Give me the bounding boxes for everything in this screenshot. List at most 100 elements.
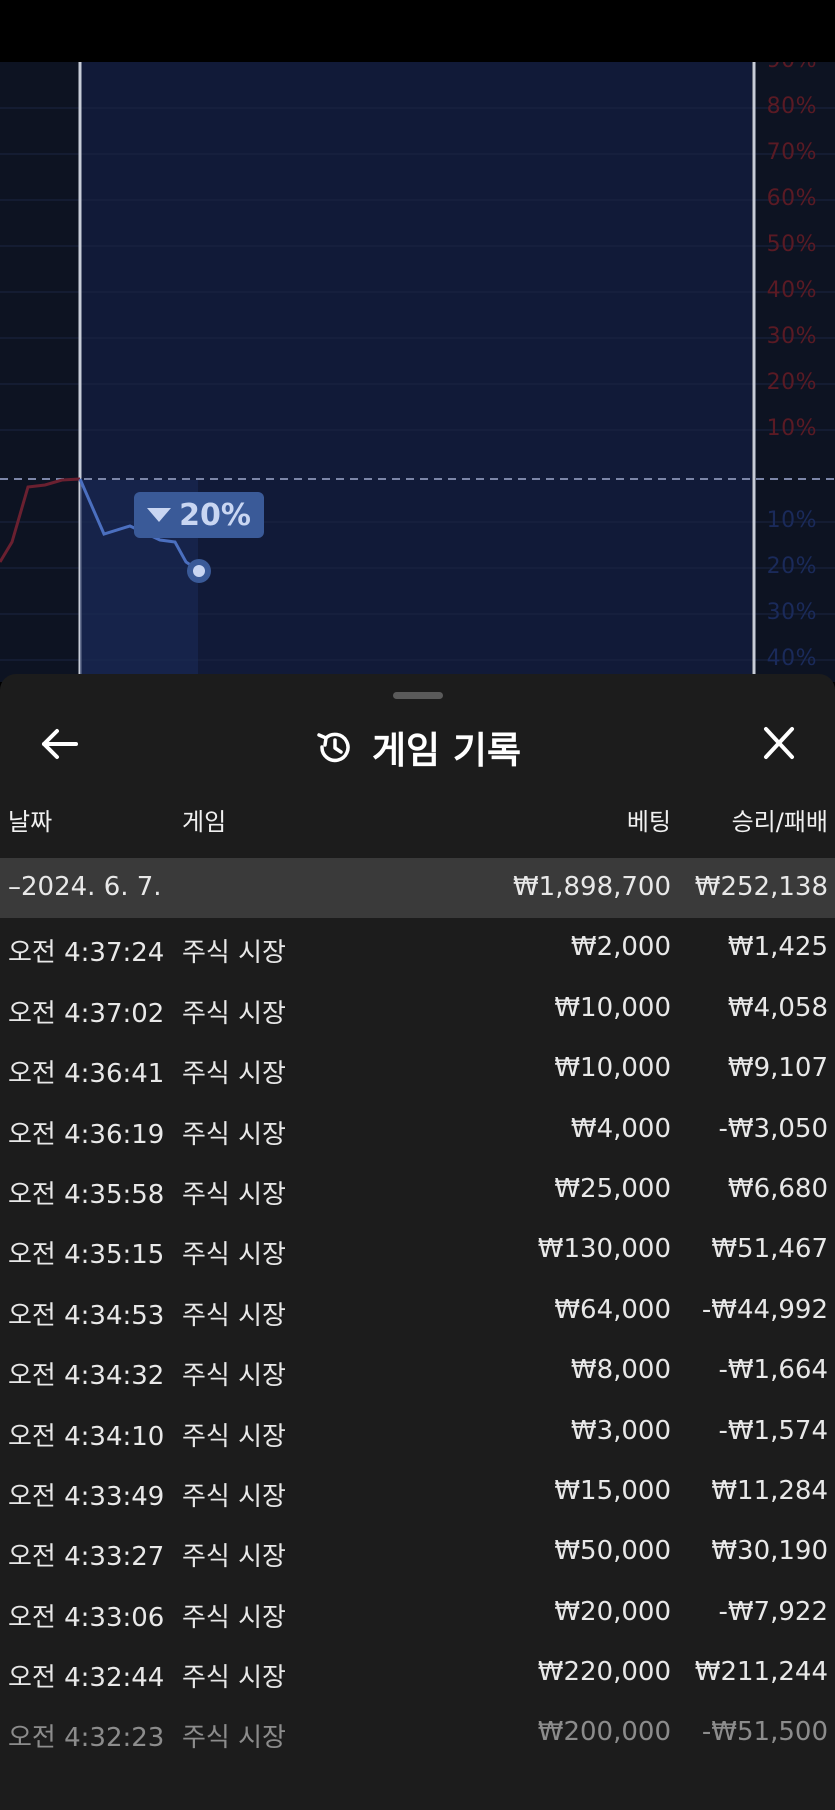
history-row[interactable]: 오전 4:35:15 주식 시장 ₩130,000 ₩51,467 bbox=[0, 1220, 835, 1280]
row-game: 주식 시장 bbox=[182, 1119, 286, 1150]
row-time: 오전 4:33:27 bbox=[8, 1542, 165, 1573]
row-bet: ₩64,000 bbox=[554, 1294, 671, 1325]
history-row[interactable]: 오전 4:33:27 주식 시장 ₩50,000 ₩30,190 bbox=[0, 1522, 835, 1582]
row-bet: ₩200,000 bbox=[537, 1717, 671, 1748]
row-time: 오전 4:36:19 bbox=[8, 1119, 165, 1150]
row-time: 오전 4:37:02 bbox=[8, 998, 165, 1029]
game-chart: 90% 80% 70% 60% 50% 40% 30% 20% 10% 10% … bbox=[0, 62, 835, 682]
row-time: 오전 4:34:10 bbox=[8, 1421, 165, 1452]
row-bet: ₩220,000 bbox=[537, 1657, 671, 1688]
axis-label: 10% bbox=[766, 508, 817, 533]
row-bet: ₩50,000 bbox=[554, 1536, 671, 1567]
column-header-game: 게임 bbox=[182, 808, 227, 836]
drag-handle[interactable] bbox=[393, 692, 443, 699]
history-icon bbox=[317, 732, 350, 763]
close-icon bbox=[764, 727, 794, 759]
column-header-date: 날짜 bbox=[8, 808, 53, 836]
row-result: -₩44,992 bbox=[701, 1294, 828, 1325]
row-time: 오전 4:34:32 bbox=[8, 1361, 165, 1392]
history-row[interactable]: 오전 4:34:10 주식 시장 ₩3,000 -₩1,574 bbox=[0, 1402, 835, 1462]
axis-label: 90% bbox=[767, 62, 817, 73]
history-row[interactable]: 오전 4:37:24 주식 시장 ₩2,000 ₩1,425 bbox=[0, 918, 835, 978]
row-result: ₩1,425 bbox=[727, 932, 828, 963]
history-row[interactable]: 오전 4:36:41 주식 시장 ₩10,000 ₩9,107 bbox=[0, 1039, 835, 1099]
row-result: ₩6,680 bbox=[727, 1173, 828, 1204]
row-result: ₩211,244 bbox=[694, 1657, 828, 1688]
row-game: 주식 시장 bbox=[182, 1663, 286, 1694]
row-bet: ₩8,000 bbox=[570, 1355, 671, 1386]
axis-label: 40% bbox=[766, 278, 817, 303]
row-bet: ₩130,000 bbox=[537, 1234, 671, 1265]
axis-label: 70% bbox=[766, 140, 817, 165]
row-game: 주식 시장 bbox=[182, 1723, 286, 1754]
status-bar bbox=[0, 0, 835, 62]
history-row[interactable]: 오전 4:33:06 주식 시장 ₩20,000 -₩7,922 bbox=[0, 1583, 835, 1643]
column-header-result: 승리/패배 bbox=[731, 808, 828, 836]
row-time: 오전 4:32:23 bbox=[8, 1723, 165, 1754]
history-row[interactable]: 오전 4:35:58 주식 시장 ₩25,000 ₩6,680 bbox=[0, 1160, 835, 1220]
row-time: 오전 4:33:49 bbox=[8, 1481, 165, 1512]
axis-label: 80% bbox=[766, 94, 817, 119]
row-result: ₩11,284 bbox=[711, 1475, 828, 1506]
row-bet: ₩20,000 bbox=[554, 1596, 671, 1627]
panel-header: 게임 기록 bbox=[0, 714, 835, 774]
row-bet: ₩10,000 bbox=[554, 992, 671, 1023]
axis-label: 60% bbox=[766, 186, 817, 211]
row-result: ₩4,058 bbox=[727, 992, 828, 1023]
row-bet: ₩10,000 bbox=[554, 1053, 671, 1084]
chart-graphic bbox=[0, 62, 835, 682]
column-headers: 날짜 게임 베팅 승리/패배 bbox=[0, 802, 835, 842]
row-bet: ₩15,000 bbox=[554, 1475, 671, 1506]
row-time: 오전 4:34:53 bbox=[8, 1300, 165, 1331]
date-group-label: –2024. 6. 7. bbox=[8, 872, 162, 902]
axis-label: 30% bbox=[766, 600, 817, 625]
row-result: ₩51,467 bbox=[711, 1234, 828, 1265]
down-arrow-icon bbox=[147, 508, 172, 522]
row-game: 주식 시장 bbox=[182, 998, 286, 1029]
row-game: 주식 시장 bbox=[182, 1240, 286, 1271]
panel-title: 게임 기록 bbox=[371, 729, 522, 772]
row-result: -₩1,664 bbox=[718, 1355, 828, 1386]
row-time: 오전 4:32:44 bbox=[8, 1663, 165, 1694]
change-badge: 20% bbox=[134, 492, 264, 538]
row-result: -₩1,574 bbox=[718, 1415, 828, 1446]
current-price-dot bbox=[193, 565, 205, 577]
column-header-bet: 베팅 bbox=[626, 808, 671, 836]
row-bet: ₩3,000 bbox=[570, 1415, 671, 1446]
axis-label: 20% bbox=[766, 370, 817, 395]
history-row[interactable]: 오전 4:32:44 주식 시장 ₩220,000 ₩211,244 bbox=[0, 1643, 835, 1703]
axis-label: 20% bbox=[766, 554, 817, 579]
history-row[interactable]: 오전 4:37:02 주식 시장 ₩10,000 ₩4,058 bbox=[0, 979, 835, 1039]
row-time: 오전 4:35:15 bbox=[8, 1240, 165, 1271]
row-game: 주식 시장 bbox=[182, 938, 286, 969]
axis-label: 50% bbox=[766, 232, 817, 257]
row-result: ₩9,107 bbox=[727, 1053, 828, 1084]
row-game: 주식 시장 bbox=[182, 1421, 286, 1452]
date-group-bet-total: ₩1,898,700 bbox=[512, 872, 671, 902]
close-button[interactable] bbox=[754, 722, 804, 766]
row-time: 오전 4:35:58 bbox=[8, 1179, 165, 1210]
history-row[interactable]: 오전 4:34:53 주식 시장 ₩64,000 -₩44,992 bbox=[0, 1281, 835, 1341]
row-game: 주식 시장 bbox=[182, 1481, 286, 1512]
axis-label: 10% bbox=[766, 416, 817, 441]
row-bet: ₩25,000 bbox=[554, 1173, 671, 1204]
axis-label: 30% bbox=[766, 324, 817, 349]
axis-label: 40% bbox=[766, 646, 817, 671]
game-history-panel: 게임 기록 날짜 게임 베팅 승리/패배 –2024. 6. 7. ₩1,898… bbox=[0, 674, 835, 1810]
history-list: –2024. 6. 7. ₩1,898,700 ₩252,138 오전 4:37… bbox=[0, 858, 835, 1764]
row-game: 주식 시장 bbox=[182, 1300, 286, 1331]
row-time: 오전 4:36:41 bbox=[8, 1059, 165, 1090]
row-game: 주식 시장 bbox=[182, 1361, 286, 1392]
row-bet: ₩4,000 bbox=[570, 1113, 671, 1144]
history-row[interactable]: 오전 4:34:32 주식 시장 ₩8,000 -₩1,664 bbox=[0, 1341, 835, 1401]
row-game: 주식 시장 bbox=[182, 1542, 286, 1573]
row-game: 주식 시장 bbox=[182, 1059, 286, 1090]
date-group-row[interactable]: –2024. 6. 7. ₩1,898,700 ₩252,138 bbox=[0, 858, 835, 919]
row-time: 오전 4:37:24 bbox=[8, 938, 165, 969]
history-row[interactable]: 오전 4:33:49 주식 시장 ₩15,000 ₩11,284 bbox=[0, 1462, 835, 1522]
row-time: 오전 4:33:06 bbox=[8, 1602, 165, 1633]
panel-title-group: 게임 기록 bbox=[0, 720, 835, 774]
history-row[interactable]: 오전 4:36:19 주식 시장 ₩4,000 -₩3,050 bbox=[0, 1100, 835, 1160]
row-result: ₩30,190 bbox=[711, 1536, 828, 1567]
history-row[interactable]: 오전 4:32:23 주식 시장 ₩200,000 -₩51,500 bbox=[0, 1703, 835, 1763]
